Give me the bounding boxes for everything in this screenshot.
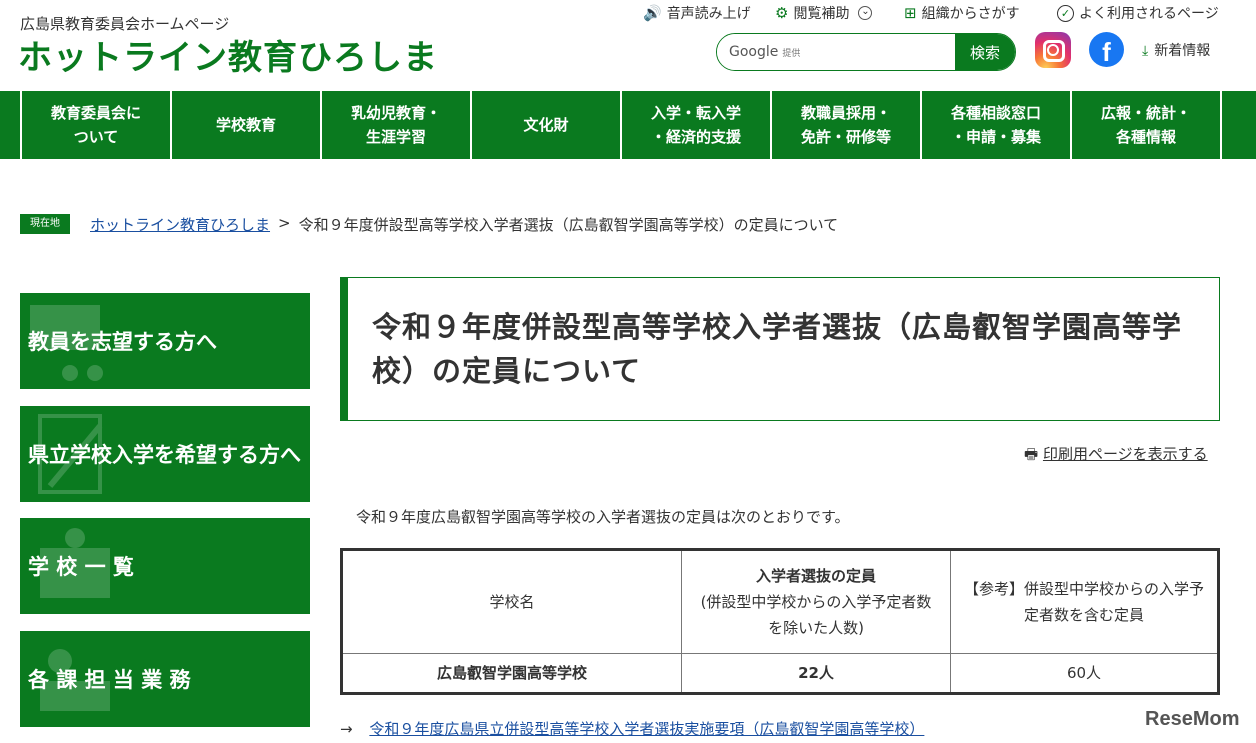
org-chart-icon: ⊞ [904,4,917,22]
facebook-icon[interactable]: f [1089,32,1124,67]
header-quota-title: 入学者選抜の定員 [755,567,876,585]
side-banner-school-list[interactable]: 学 校 一 覧 [20,518,310,614]
read-aloud-label: 音声読み上げ [666,6,751,22]
cell-school: 広島叡智学園高等学校 [341,653,682,694]
header-quota: 入学者選抜の定員 (併設型中学校からの入学予定者数を除いた人数) [681,549,951,654]
new-info-link[interactable]: ⤓ 新着情報 [1142,40,1210,60]
print-link-label[interactable]: 印刷用ページを表示する [1043,445,1208,463]
org-search-label: 組織からさがす [921,6,1020,22]
page-title: 令和９年度併設型高等学校入学者選抜（広島叡智学園高等学校）の定員について [372,310,1183,388]
chevron-down-icon: ⌄ [858,6,873,20]
site-logo-title[interactable]: ホットライン教育ひろしま [18,30,438,79]
download-arrow-icon: ⤓ [1142,43,1149,59]
org-search-link[interactable]: ⊞ 組織からさがす [904,3,1020,23]
frequent-pages-link[interactable]: ✓ よく利用されるページ [1057,3,1219,23]
speaker-icon: 🔊 [643,4,662,22]
gear-icon: ⚙ [775,4,789,22]
page-heading-box: 令和９年度併設型高等学校入学者選抜（広島叡智学園高等学校）の定員について [340,277,1220,421]
side-banner-teacher-applicants[interactable]: 教員を志望する方へ [20,293,310,389]
google-brand: Google 提供 [729,44,801,60]
side-banner-label: 教員を志望する方へ [28,330,217,354]
breadcrumb: ホットライン教育ひろしま > 令和９年度併設型高等学校入学者選抜（広島叡智学園高… [90,214,838,235]
header-reference: 【参考】併設型中学校からの入学予定者数を含む定員 [950,549,1219,654]
printer-icon: 🖶 [1024,445,1039,463]
gnav-divider [1220,91,1222,159]
print-link[interactable]: 🖶 印刷用ページを表示する [1024,443,1208,469]
new-info-label: 新着情報 [1154,43,1211,59]
check-icon: ✓ [1057,4,1074,22]
header-quota-note: (併設型中学校からの入学予定者数を除いた人数) [700,593,932,637]
accessibility-label: 閲覧補助 [793,6,850,22]
breadcrumb-current: 令和９年度併設型高等学校入学者選抜（広島叡智学園高等学校）の定員について [298,216,839,234]
site-search: Google 提供 検索 [716,33,1016,71]
instagram-icon[interactable] [1035,32,1071,68]
table-header-row: 学校名 入学者選抜の定員 (併設型中学校からの入学予定者数を除いた人数) 【参考… [341,549,1219,654]
cell-quota: 22人 [681,653,951,694]
side-banner-label: 県立学校入学を希望する方へ [28,443,301,467]
gnav-pr-stats[interactable]: 広報・統計・ 各種情報 [1070,91,1220,159]
table-row: 広島叡智学園高等学校 22人 60人 [341,653,1219,694]
gnav-school-education[interactable]: 学校教育 [170,91,320,159]
gnav-staff[interactable]: 教職員採用・ 免許・研修等 [770,91,920,159]
side-banner-label: 各 課 担 当 業 務 [28,668,191,692]
gnav-cultural-property[interactable]: 文化財 [470,91,620,159]
arrow-right-icon: → [340,720,353,738]
guideline-link-row: → 令和９年度広島県立併設型高等学校入学者選抜実施要項（広島叡智学園高等学校） [340,718,924,739]
gnav-early-lifelong[interactable]: 乳幼児教育・ 生涯学習 [320,91,470,159]
frequent-pages-label: よく利用されるページ [1079,6,1219,22]
quota-table: 学校名 入学者選抜の定員 (併設型中学校からの入学予定者数を除いた人数) 【参考… [340,548,1220,695]
watermark-logo: ReseMom [1145,708,1240,730]
accessibility-menu[interactable]: ⚙ 閲覧補助 ⌄ [775,3,873,23]
side-banner-label: 学 校 一 覧 [28,555,134,579]
side-banner-admission-applicants[interactable]: 県立学校入学を希望する方へ [20,406,310,502]
breadcrumb-badge: 現在地 [20,214,70,234]
side-banner-division-duties[interactable]: 各 課 担 当 業 務 [20,631,310,727]
global-nav: 教育委員会に ついて 学校教育 乳幼児教育・ 生涯学習 文化財 入学・転入学 ・… [0,91,1256,159]
header-school-name: 学校名 [341,549,682,654]
read-aloud-link[interactable]: 🔊 音声読み上げ [643,3,751,23]
gnav-admission[interactable]: 入学・転入学 ・経済的支援 [620,91,770,159]
guideline-link[interactable]: 令和９年度広島県立併設型高等学校入学者選抜実施要項（広島叡智学園高等学校） [369,720,924,738]
search-button[interactable]: 検索 [955,34,1015,70]
gnav-consultation[interactable]: 各種相談窓口 ・申請・募集 [920,91,1070,159]
lead-text: 令和９年度広島叡智学園高等学校の入学者選抜の定員は次のとおりです。 [356,508,850,526]
gnav-board[interactable]: 教育委員会に ついて [20,91,170,159]
breadcrumb-home-link[interactable]: ホットライン教育ひろしま [90,214,270,235]
breadcrumb-separator: > [278,214,291,232]
cell-reference: 60人 [950,653,1219,694]
